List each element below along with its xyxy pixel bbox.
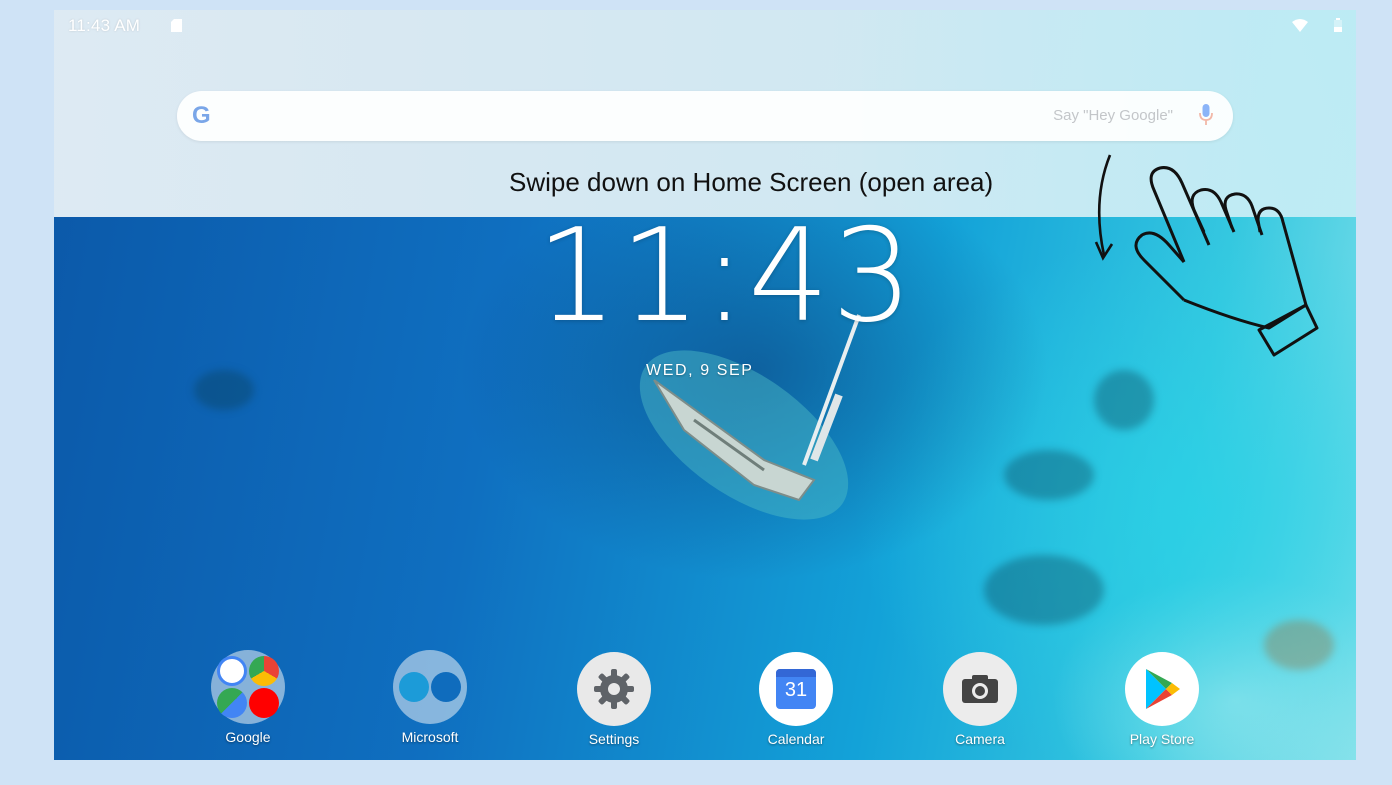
reef-decoration bbox=[1264, 620, 1334, 670]
mic-icon[interactable] bbox=[1199, 104, 1213, 126]
youtube-icon bbox=[249, 688, 279, 718]
swipe-gesture-illustration bbox=[1094, 154, 1319, 357]
skype-icon bbox=[399, 672, 429, 702]
hand-pointer-icon bbox=[1134, 166, 1319, 357]
dock-label-google: Google bbox=[225, 729, 271, 745]
wifi-icon bbox=[1292, 19, 1308, 32]
reef-decoration bbox=[1004, 450, 1094, 500]
calendar-icon: 31 bbox=[759, 652, 833, 726]
status-time: 11:43 AM bbox=[68, 16, 141, 35]
dock-label-camera: Camera bbox=[955, 731, 1005, 747]
clock-widget-time[interactable]: 11:43 bbox=[536, 202, 915, 351]
calendar-date-badge: 31 bbox=[784, 679, 808, 701]
sdcard-icon bbox=[171, 19, 182, 32]
dock-label-microsoft: Microsoft bbox=[401, 729, 459, 745]
google-g-icon bbox=[217, 656, 247, 686]
swipe-instruction: Swipe down on Home Screen (open area) bbox=[509, 167, 994, 197]
google-logo-icon: G bbox=[192, 102, 211, 129]
dock-item-calendar[interactable]: 31 Calendar bbox=[746, 652, 846, 747]
play-store-icon bbox=[1125, 652, 1199, 726]
chrome-icon bbox=[249, 656, 279, 686]
google-search-bar[interactable]: G Say "Hey Google" bbox=[177, 91, 1233, 141]
dock-item-settings[interactable]: Settings bbox=[564, 652, 664, 747]
outlook-icon bbox=[431, 672, 461, 702]
home-screen[interactable]: 11:43 AM G Say "Hey Google" Swipe down o… bbox=[54, 10, 1356, 760]
dock-label-settings: Settings bbox=[588, 731, 640, 747]
dock-label-calendar: Calendar bbox=[767, 731, 825, 747]
swipe-arrow-icon bbox=[1094, 154, 1114, 261]
search-hint: Say "Hey Google" bbox=[1053, 107, 1173, 124]
clock-widget-date[interactable]: WED, 9 SEP bbox=[646, 362, 754, 380]
dock-item-microsoft[interactable]: Microsoft bbox=[380, 650, 480, 745]
reef-decoration bbox=[984, 555, 1104, 625]
dock-label-play-store: Play Store bbox=[1129, 731, 1195, 747]
camera-icon bbox=[943, 652, 1017, 726]
dock-item-google[interactable]: Google bbox=[198, 650, 298, 745]
reef-decoration bbox=[194, 370, 254, 410]
google-folder-icon bbox=[211, 650, 285, 724]
battery-icon bbox=[1334, 18, 1342, 32]
microsoft-folder-icon bbox=[393, 650, 467, 724]
settings-gear-icon bbox=[577, 652, 651, 726]
dock-item-play-store[interactable]: Play Store bbox=[1112, 652, 1212, 747]
status-bar: 11:43 AM bbox=[54, 10, 1356, 42]
dock-item-camera[interactable]: Camera bbox=[930, 652, 1030, 747]
maps-icon bbox=[217, 688, 247, 718]
